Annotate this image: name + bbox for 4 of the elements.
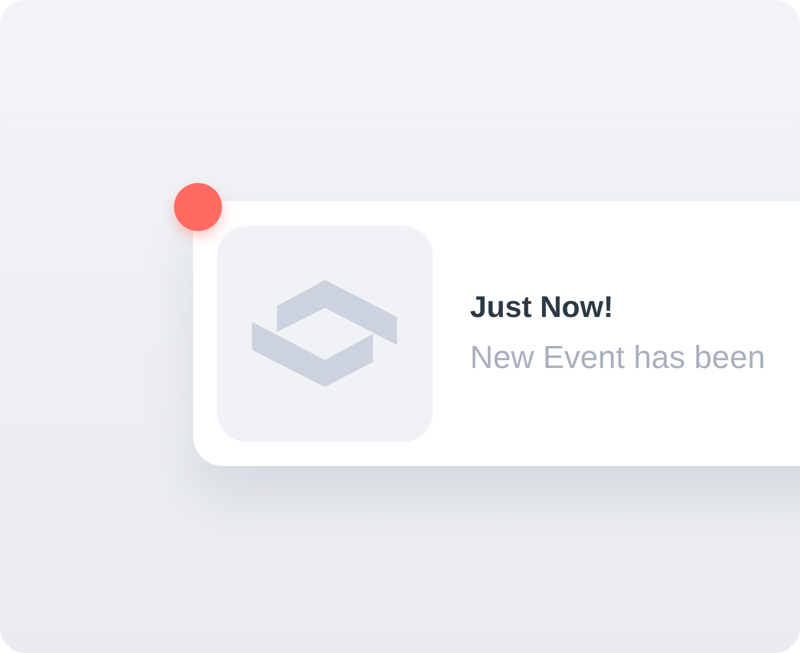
notification-message: New Event has been [470,339,766,376]
notification-title: Just Now! [470,291,614,325]
logo-icon [252,280,398,388]
notification-card[interactable]: Just Now! New Event has been [193,201,800,466]
